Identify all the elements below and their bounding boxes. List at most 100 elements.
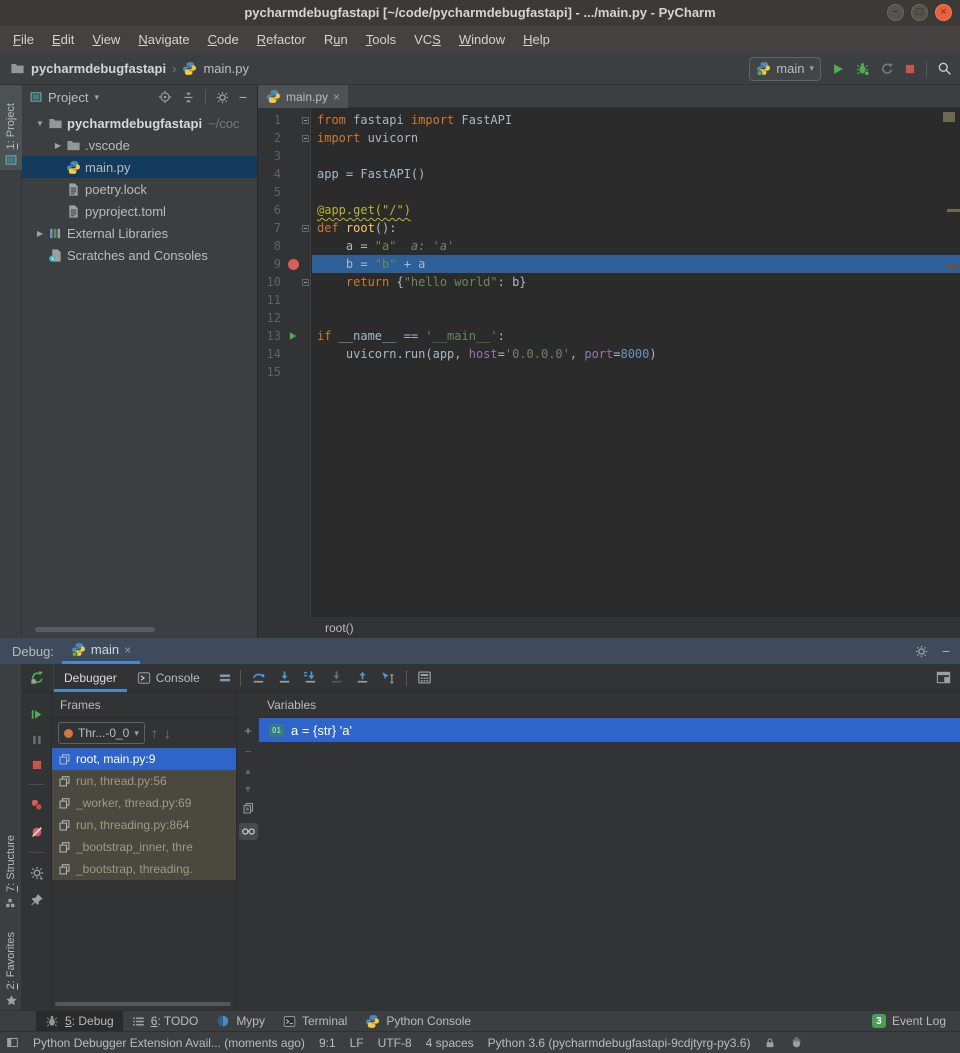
- fold-marker-icon[interactable]: [302, 225, 312, 232]
- code-line-11[interactable]: 11: [258, 291, 960, 309]
- run-play-icon[interactable]: [831, 62, 845, 76]
- menu-item-help[interactable]: Help: [514, 28, 559, 51]
- event-log-button[interactable]: 3Event Log: [872, 1011, 960, 1031]
- lock-icon[interactable]: [764, 1037, 776, 1049]
- step-into-icon[interactable]: [277, 670, 292, 685]
- toolwindow-button-5-debug[interactable]: 5: Debug: [36, 1011, 123, 1031]
- fold-marker-icon[interactable]: [302, 279, 312, 286]
- frame-item-bootstrap-threading[interactable]: _bootstrap, threading.: [52, 858, 236, 880]
- menu-item-run[interactable]: Run: [315, 28, 357, 51]
- debug-session-tab[interactable]: main ×: [62, 638, 140, 664]
- settings-gear-icon[interactable]: [216, 91, 229, 104]
- chevron-down-icon[interactable]: ▾: [94, 92, 99, 103]
- stop-red-icon[interactable]: [904, 63, 916, 75]
- fold-box[interactable]: [302, 117, 309, 124]
- next-frame-icon[interactable]: ↓: [164, 725, 171, 741]
- status-encoding[interactable]: UTF-8: [378, 1036, 412, 1050]
- breakpoint-icon[interactable]: [284, 259, 302, 270]
- hector-icon[interactable]: [790, 1036, 803, 1049]
- tree-right-arrow-icon[interactable]: ▶: [32, 229, 48, 238]
- hamburger-icon[interactable]: [218, 671, 232, 685]
- settings-gear-icon[interactable]: [915, 645, 928, 658]
- stripe-button-structure[interactable]: 7: Structure: [0, 788, 22, 913]
- menu-item-vcs[interactable]: VCS: [405, 28, 450, 51]
- close-session-icon[interactable]: ×: [124, 643, 131, 657]
- fold-box[interactable]: [302, 279, 309, 286]
- toggle-icon[interactable]: [6, 1036, 19, 1049]
- toolwindow-button-6-todo[interactable]: 6: TODO: [123, 1011, 208, 1031]
- code-line-8[interactable]: 8 a = "a" a: 'a': [258, 237, 960, 255]
- tree-row-scratches-and-consoles[interactable]: Scratches and Consoles: [22, 244, 257, 266]
- locate-icon[interactable]: [158, 90, 172, 104]
- tree-row-pyproject-toml[interactable]: pyproject.toml: [22, 200, 257, 222]
- code-line-2[interactable]: 2import uvicorn: [258, 129, 960, 147]
- run-configuration-select[interactable]: main ▾: [749, 57, 821, 81]
- code-line-7[interactable]: 7def root():: [258, 219, 960, 237]
- stripe-button-project[interactable]: 1: Project: [0, 85, 22, 170]
- status-caret-position[interactable]: 9:1: [319, 1036, 336, 1050]
- run-line-icon[interactable]: [284, 331, 302, 341]
- tree-row-external-libraries[interactable]: ▶External Libraries: [22, 222, 257, 244]
- breakpoint-dot[interactable]: [288, 259, 299, 270]
- remove-watch-icon[interactable]: −: [244, 745, 252, 758]
- stop-red-icon[interactable]: [31, 759, 43, 771]
- run-to-cursor-icon[interactable]: [381, 670, 396, 685]
- mute-breakpoints-icon[interactable]: [30, 825, 44, 839]
- tab-main-py[interactable]: main.py ×: [258, 85, 348, 108]
- frame-item-root-main-py-9[interactable]: root, main.py:9: [52, 748, 236, 770]
- code-line-15[interactable]: 15: [258, 363, 960, 381]
- code-line-10[interactable]: 10 return {"hello world": b}: [258, 273, 960, 291]
- status-message[interactable]: Python Debugger Extension Avail... (mome…: [33, 1036, 305, 1050]
- search-icon[interactable]: [937, 61, 952, 76]
- scrollbar-warning-mark[interactable]: [947, 209, 960, 212]
- variables-panel[interactable]: Variables 01a = {str} 'a': [259, 692, 960, 1010]
- hide-icon[interactable]: −: [239, 90, 247, 104]
- toolwindow-button-terminal[interactable]: Terminal: [274, 1011, 356, 1031]
- code-line-4[interactable]: 4app = FastAPI(): [258, 165, 960, 183]
- frame-item-run-threading-py-864[interactable]: run, threading.py:864: [52, 814, 236, 836]
- tree-row-pycharmdebugfastapi[interactable]: ▼pycharmdebugfastapi~/coc: [22, 112, 257, 134]
- code-line-12[interactable]: 12: [258, 309, 960, 327]
- scrollbar-breakpoint-mark[interactable]: [947, 265, 960, 268]
- frames-horizontal-scrollbar[interactable]: [55, 1002, 231, 1006]
- menu-item-window[interactable]: Window: [450, 28, 514, 51]
- tree-row-vscode[interactable]: ▶.vscode: [22, 134, 257, 156]
- duplicate-watch-icon[interactable]: [242, 802, 255, 815]
- pause-icon[interactable]: [31, 734, 43, 746]
- code-line-9[interactable]: 9 b = "b" + a: [258, 255, 960, 273]
- thread-select[interactable]: Thr...-0_0 ▾: [58, 722, 145, 744]
- tab-console[interactable]: Console: [127, 664, 210, 692]
- breadcrumb-function[interactable]: root(): [325, 621, 354, 635]
- code-editor[interactable]: 1from fastapi import FastAPI2import uvic…: [258, 108, 960, 617]
- previous-frame-icon[interactable]: ↑: [151, 725, 158, 741]
- hide-icon[interactable]: −: [942, 644, 950, 658]
- menu-item-view[interactable]: View: [83, 28, 129, 51]
- status-interpreter[interactable]: Python 3.6 (pycharmdebugfastapi-9cdjtyrg…: [488, 1036, 751, 1050]
- code-line-3[interactable]: 3: [258, 147, 960, 165]
- evaluate-expression-icon[interactable]: [417, 670, 432, 685]
- maximize-icon[interactable]: □: [911, 4, 928, 21]
- inspection-status-icon[interactable]: [943, 112, 955, 122]
- settings-gear-dd-icon[interactable]: [30, 866, 44, 880]
- menu-item-edit[interactable]: Edit: [43, 28, 83, 51]
- restore-layout-icon[interactable]: [936, 670, 960, 685]
- code-line-1[interactable]: 1from fastapi import FastAPI: [258, 111, 960, 129]
- resume-icon[interactable]: [30, 708, 43, 721]
- titlebar[interactable]: pycharmdebugfastapi [~/code/pycharmdebug…: [0, 0, 960, 26]
- coverage-icon[interactable]: [880, 62, 894, 76]
- code-line-6[interactable]: 6@app.get("/"): [258, 201, 960, 219]
- view-breakpoints-icon[interactable]: [30, 798, 44, 812]
- close-icon[interactable]: ×: [935, 4, 952, 21]
- move-down-icon[interactable]: ▼: [244, 784, 253, 794]
- menu-item-navigate[interactable]: Navigate: [129, 28, 198, 51]
- force-step-into-icon[interactable]: [303, 670, 318, 685]
- breadcrumb-project[interactable]: pycharmdebugfastapi: [31, 61, 166, 76]
- code-line-5[interactable]: 5: [258, 183, 960, 201]
- project-panel-title[interactable]: Project: [48, 90, 88, 105]
- menu-item-refactor[interactable]: Refactor: [248, 28, 315, 51]
- frame-item-worker-thread-py-69[interactable]: _worker, thread.py:69: [52, 792, 236, 814]
- frame-item-bootstrap-inner-thre[interactable]: _bootstrap_inner, thre: [52, 836, 236, 858]
- tree-row-poetry-lock[interactable]: poetry.lock: [22, 178, 257, 200]
- stripe-button-favorites[interactable]: 2: Favorites: [0, 918, 22, 1011]
- fold-box[interactable]: [302, 135, 309, 142]
